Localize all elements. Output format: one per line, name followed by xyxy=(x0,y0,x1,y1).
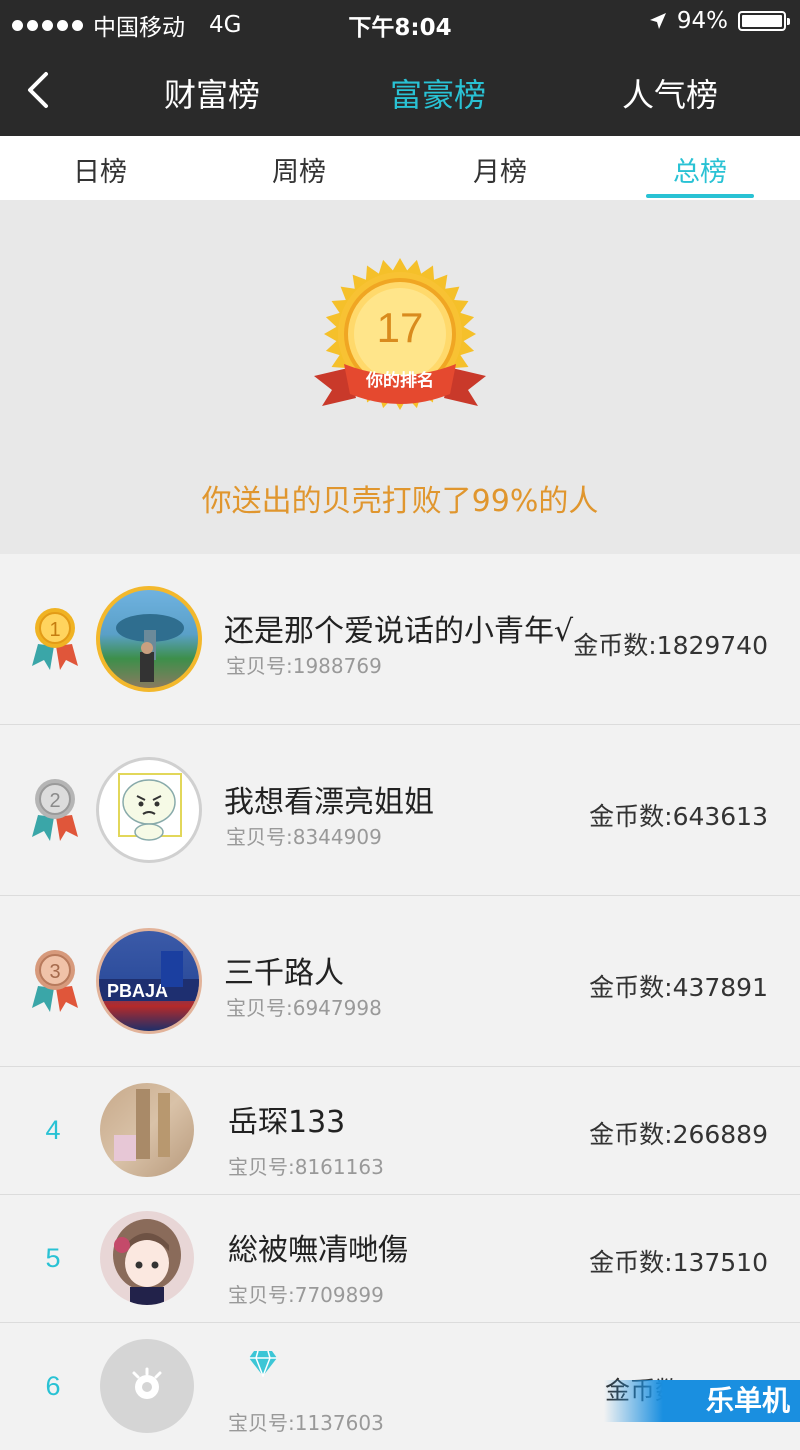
user-id: 宝贝号:6947998 xyxy=(226,996,382,1020)
period-tabs: 日榜 周榜 月榜 总榜 xyxy=(0,136,800,200)
svg-text:1: 1 xyxy=(49,619,60,641)
user-id: 宝贝号:8344909 xyxy=(226,825,382,849)
watermark-logo: 乐单机 xyxy=(604,1380,800,1422)
avatar-cartoon-face xyxy=(118,773,182,841)
leaderboard-row[interactable]: 5 総被嘸凊哋傷 宝贝号:7709899 金币数:137510 xyxy=(0,1195,800,1323)
default-avatar-icon xyxy=(132,1367,162,1399)
avatar-photo xyxy=(114,1089,170,1161)
user-name: 三千路人 xyxy=(224,956,344,991)
leaderboard-row[interactable]: 3 PBAJA 三千路人 宝贝号:6947998 金币数:437891 xyxy=(0,896,800,1067)
coin-count: 金币数:266889 xyxy=(589,1120,768,1149)
avatar[interactable] xyxy=(96,586,202,692)
coin-count: 金币数:137510 xyxy=(589,1248,768,1277)
silver-medal-icon: 2 xyxy=(32,779,78,841)
rank-number: 6 xyxy=(45,1371,61,1401)
tab-total[interactable]: 总榜 xyxy=(640,150,760,189)
my-rank-label: 你的排名 xyxy=(366,371,434,391)
tab-wealth-rank[interactable]: 财富榜 xyxy=(164,70,260,116)
user-name: 还是那个爱说话的小青年√ xyxy=(224,614,574,649)
svg-text:3: 3 xyxy=(49,961,60,983)
user-name: 岳琛133 xyxy=(228,1105,346,1140)
avatar-photo: PBAJA xyxy=(99,951,199,1001)
avatar[interactable] xyxy=(96,757,202,863)
tab-monthly[interactable]: 月榜 xyxy=(440,150,560,189)
tab-weekly[interactable]: 周榜 xyxy=(239,150,359,189)
my-rank-number: 17 xyxy=(376,304,424,351)
avatar-photo xyxy=(116,614,184,682)
my-rank-panel: 17 你的排名 你送出的贝壳打败了99%的人 xyxy=(0,200,800,554)
location-arrow-icon xyxy=(649,13,666,29)
user-name: 総被嘸凊哋傷 xyxy=(228,1233,408,1268)
leaderboard-row[interactable]: 4 岳琛133 宝贝号:8161163 金币数:266889 xyxy=(0,1067,800,1195)
bronze-medal-icon: 3 xyxy=(32,950,78,1012)
battery-icon xyxy=(738,11,790,31)
rank-number: 4 xyxy=(45,1115,61,1145)
gold-medal-icon: 1 xyxy=(32,608,78,670)
status-bar: 中国移动 4G 下午8:04 94% xyxy=(0,0,800,46)
user-id: 宝贝号:8161163 xyxy=(228,1155,384,1179)
top-nav-bar: 财富榜 富豪榜 人气榜 xyxy=(0,46,800,136)
svg-text:2: 2 xyxy=(49,790,60,812)
avatar[interactable]: PBAJA xyxy=(96,928,202,1034)
leaderboard-row[interactable]: 1 还是那个爱说话的小青年√ 宝贝号:1988769 金币数:1829740 xyxy=(0,554,800,725)
svg-text:PBAJA: PBAJA xyxy=(107,981,168,1001)
avatar[interactable] xyxy=(100,1211,194,1305)
back-arrow-icon[interactable] xyxy=(20,68,60,112)
coin-count: 金币数:437891 xyxy=(589,973,768,1002)
avatar[interactable] xyxy=(100,1339,194,1433)
tab-popularity-rank[interactable]: 人气榜 xyxy=(622,70,718,116)
rank-number: 5 xyxy=(45,1243,61,1273)
avatar[interactable] xyxy=(100,1083,194,1177)
leaderboard-row[interactable]: 2 我想看漂亮姐姐 宝贝号:8344909 金币数:643613 xyxy=(0,725,800,896)
user-id: 宝贝号:7709899 xyxy=(228,1283,384,1307)
coin-count: 金币数:643613 xyxy=(589,802,768,831)
coin-count: 金币数:1829740 xyxy=(573,631,768,660)
status-right: 94% xyxy=(649,8,790,34)
avatar-anime-girl xyxy=(113,1219,181,1305)
user-id: 宝贝号:1988769 xyxy=(226,654,382,678)
rank-summary-text: 你送出的贝壳打败了99%的人 xyxy=(201,484,599,519)
tab-rich-rank[interactable]: 富豪榜 xyxy=(390,70,486,116)
tab-daily[interactable]: 日榜 xyxy=(40,150,160,189)
active-tab-indicator xyxy=(646,194,754,198)
vip-diamond-icon xyxy=(249,1350,277,1377)
user-name: 我想看漂亮姐姐 xyxy=(224,785,434,820)
battery-percent: 94% xyxy=(676,8,728,34)
